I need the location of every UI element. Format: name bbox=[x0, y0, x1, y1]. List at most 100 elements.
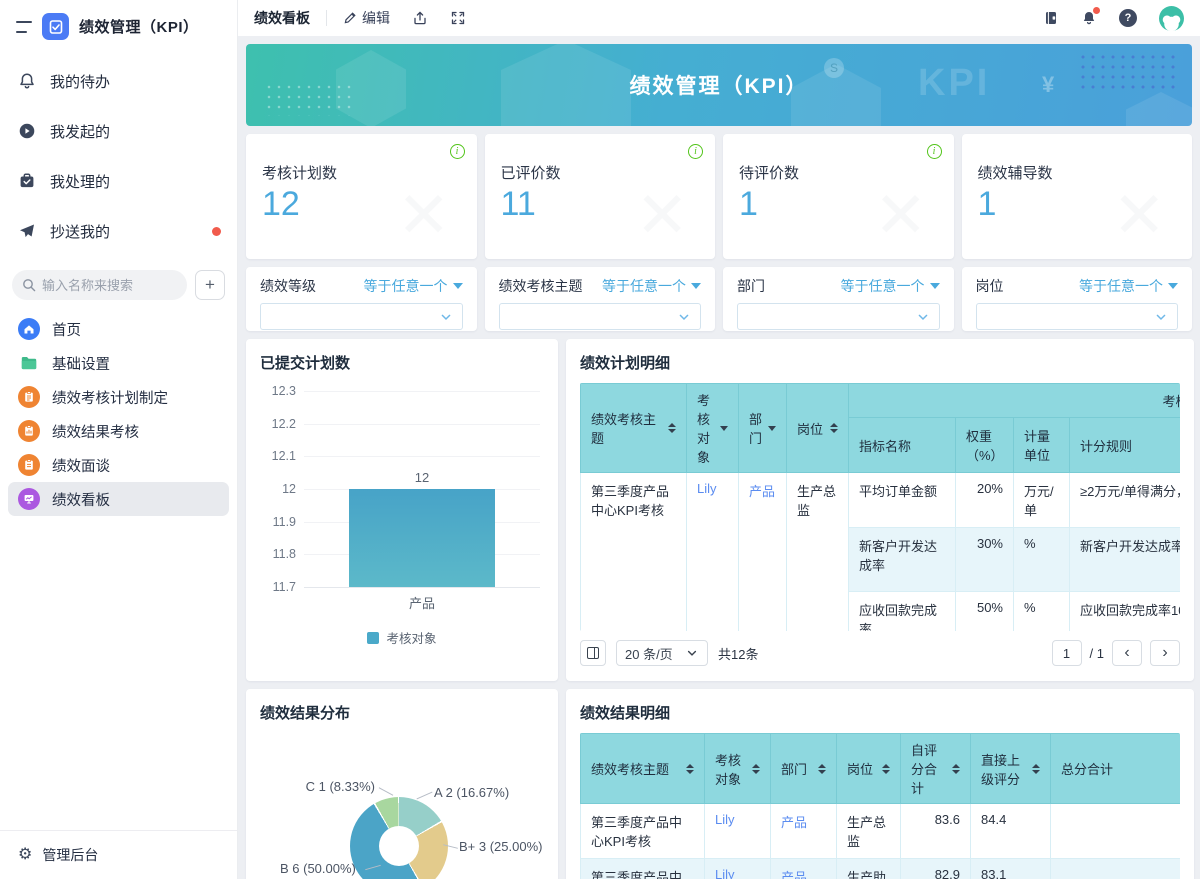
filter-select[interactable] bbox=[260, 303, 463, 330]
cell-target: Lily bbox=[705, 859, 771, 879]
bar-chart: 12.3 12.2 12.1 12 11.9 11.8 11.7 12 bbox=[304, 391, 540, 587]
edit-button[interactable]: 编辑 bbox=[343, 8, 390, 28]
fullscreen-icon bbox=[450, 10, 466, 26]
info-icon[interactable]: i bbox=[927, 144, 942, 159]
bar-产品 bbox=[349, 489, 495, 587]
column-header-post[interactable]: 岗位 bbox=[787, 384, 849, 473]
sort-icon bbox=[1032, 764, 1040, 774]
cell-indicator: 新客户开发达成率 bbox=[849, 528, 956, 592]
chevron-down-icon bbox=[677, 310, 691, 324]
sort-icon bbox=[882, 764, 890, 774]
search-input[interactable] bbox=[42, 278, 152, 293]
y-tick: 12.3 bbox=[272, 384, 304, 398]
sidebar-item-label: 抄送我的 bbox=[50, 221, 110, 242]
filter-operator-dropdown[interactable]: 等于任意一个 bbox=[364, 276, 463, 296]
column-header-total-score[interactable]: 总分合计 bbox=[1051, 734, 1181, 804]
target-link[interactable]: Lily bbox=[715, 812, 735, 827]
cell-topic: 第三季度产品中心KPI考核 bbox=[581, 473, 687, 632]
sidebar: 绩效管理（KPI） 我的待办 我发起的 我处理的 抄送我的 + bbox=[0, 0, 238, 879]
task-bag-icon bbox=[18, 172, 36, 190]
chart-legend[interactable]: 考核对象 bbox=[260, 628, 544, 647]
dept-link[interactable]: 产品 bbox=[781, 815, 807, 830]
column-header-leader-score[interactable]: 直接上级评分 bbox=[971, 734, 1051, 804]
user-avatar[interactable] bbox=[1159, 6, 1184, 31]
column-header-topic[interactable]: 绩效考核主题 bbox=[581, 734, 705, 804]
notifications-button[interactable] bbox=[1081, 10, 1097, 26]
sidebar-item-plan-making[interactable]: 绩效考核计划制定 bbox=[8, 380, 229, 414]
table-row[interactable]: 第三季度产品中心KPI考核 Lily 产品 生产总监 83.6 84.4 bbox=[581, 804, 1181, 859]
result-table-scroll[interactable]: 绩效考核主题 考核对象 部门 岗位 自评分合计 直接上级评分 总分合计 第三季度… bbox=[580, 733, 1180, 879]
help-button[interactable]: ? bbox=[1119, 9, 1137, 27]
sidebar-item-label: 绩效看板 bbox=[52, 489, 110, 510]
cell-leader-score: 83.1 bbox=[971, 859, 1051, 879]
info-icon[interactable]: i bbox=[450, 144, 465, 159]
dept-link[interactable]: 产品 bbox=[749, 484, 775, 499]
pagination: 20 条/页 共12条 / 1 ‹ › bbox=[580, 635, 1180, 671]
sidebar-item-my-initiated[interactable]: 我发起的 bbox=[0, 106, 237, 156]
share-button[interactable] bbox=[412, 10, 428, 26]
sidebar-item-cc-to-me[interactable]: 抄送我的 bbox=[0, 206, 237, 256]
sidebar-nav: 首页 基础设置 绩效考核计划制定 绩效结果考核 绩效面谈 bbox=[0, 310, 237, 518]
column-header-dept[interactable]: 部门 bbox=[739, 384, 787, 473]
page-size-select[interactable]: 20 条/页 bbox=[616, 640, 708, 666]
column-header-post[interactable]: 岗位 bbox=[837, 734, 901, 804]
sidebar-item-admin-console[interactable]: ⚙ 管理后台 bbox=[0, 830, 237, 879]
target-link[interactable]: Lily bbox=[697, 481, 717, 496]
quick-menu: 我的待办 我发起的 我处理的 抄送我的 bbox=[0, 50, 237, 258]
dept-link[interactable]: 产品 bbox=[781, 870, 807, 879]
stat-card-plan-count: i ✕ 考核计划数 12 bbox=[246, 134, 477, 259]
column-header-dept[interactable]: 部门 bbox=[771, 734, 837, 804]
pie-label-b: B 6 (50.00%) bbox=[280, 861, 356, 876]
filter-select[interactable] bbox=[976, 303, 1179, 330]
page-input[interactable] bbox=[1052, 640, 1082, 666]
table-row[interactable]: 第三季度产品中心KPI考核 Lily 产品 生产助理 82.9 83.1 bbox=[581, 859, 1181, 879]
sidebar-item-label: 绩效面谈 bbox=[52, 455, 110, 476]
filter-operator-dropdown[interactable]: 等于任意一个 bbox=[602, 276, 701, 296]
column-header-topic[interactable]: 绩效考核主题 bbox=[581, 384, 687, 473]
y-tick: 11.7 bbox=[273, 580, 304, 594]
target-link[interactable]: Lily bbox=[715, 867, 735, 879]
filter-select[interactable] bbox=[499, 303, 702, 330]
column-header-target[interactable]: 考核对象 bbox=[687, 384, 739, 473]
next-page-button[interactable]: › bbox=[1150, 640, 1180, 666]
filter-operator-dropdown[interactable]: 等于任意一个 bbox=[1079, 276, 1178, 296]
clipboard-icon bbox=[18, 454, 40, 476]
y-tick: 11.8 bbox=[273, 547, 304, 561]
info-icon[interactable]: i bbox=[688, 144, 703, 159]
filter-operator-dropdown[interactable]: 等于任意一个 bbox=[841, 276, 940, 296]
add-button[interactable]: + bbox=[195, 270, 225, 300]
table-row[interactable]: 第三季度产品中心KPI考核 Lily 产品 生产总监 平均订单金额 20% 万元… bbox=[581, 473, 1181, 528]
sidebar-item-result-review[interactable]: 绩效结果考核 bbox=[8, 414, 229, 448]
filter-department: 部门 等于任意一个 bbox=[723, 267, 954, 331]
sidebar-item-my-todo[interactable]: 我的待办 bbox=[0, 56, 237, 106]
cell-post: 生产总监 bbox=[787, 473, 849, 632]
workbook-button[interactable] bbox=[1043, 10, 1059, 26]
sidebar-item-interview[interactable]: 绩效面谈 bbox=[8, 448, 229, 482]
column-header-self-score[interactable]: 自评分合计 bbox=[901, 734, 971, 804]
column-header-rule[interactable]: 计分规则 bbox=[1070, 418, 1181, 473]
filter-select[interactable] bbox=[737, 303, 940, 330]
sidebar-item-my-processed[interactable]: 我处理的 bbox=[0, 156, 237, 206]
chart-title: 已提交计划数 bbox=[260, 352, 544, 373]
prev-page-button[interactable]: ‹ bbox=[1112, 640, 1142, 666]
sidebar-item-dashboard[interactable]: 绩效看板 bbox=[8, 482, 229, 516]
sidebar-item-basic-settings[interactable]: 基础设置 bbox=[8, 346, 229, 380]
sidebar-item-home[interactable]: 首页 bbox=[8, 312, 229, 346]
plan-table-scroll[interactable]: 绩效考核主题 考核对象 部门 岗位 考核指标 指标名称 权重（%） 计量单位 计… bbox=[580, 383, 1180, 631]
sidebar-search[interactable] bbox=[12, 270, 187, 300]
column-header-weight[interactable]: 权重（%） bbox=[956, 418, 1014, 473]
collapse-menu-icon[interactable] bbox=[16, 21, 32, 33]
tab-dashboard[interactable]: 绩效看板 bbox=[254, 8, 310, 28]
column-header-target[interactable]: 考核对象 bbox=[705, 734, 771, 804]
filter-topic: 绩效考核主题 等于任意一个 bbox=[485, 267, 716, 331]
sidebar-item-label: 绩效考核计划制定 bbox=[52, 387, 168, 408]
column-header-unit[interactable]: 计量单位 bbox=[1014, 418, 1070, 473]
fullscreen-button[interactable] bbox=[450, 10, 466, 26]
table-title: 绩效计划明细 bbox=[580, 352, 1180, 373]
column-header-indicator[interactable]: 指标名称 bbox=[849, 418, 956, 473]
cell-rule: ≥2万元/单得满分，质量异常订单不计入 bbox=[1070, 473, 1181, 528]
column-settings-button[interactable] bbox=[580, 640, 606, 666]
sidebar-item-label: 首页 bbox=[52, 319, 81, 340]
pie-label-bplus: B+ 3 (25.00%) bbox=[459, 839, 542, 854]
cell-weight: 30% bbox=[956, 528, 1014, 592]
